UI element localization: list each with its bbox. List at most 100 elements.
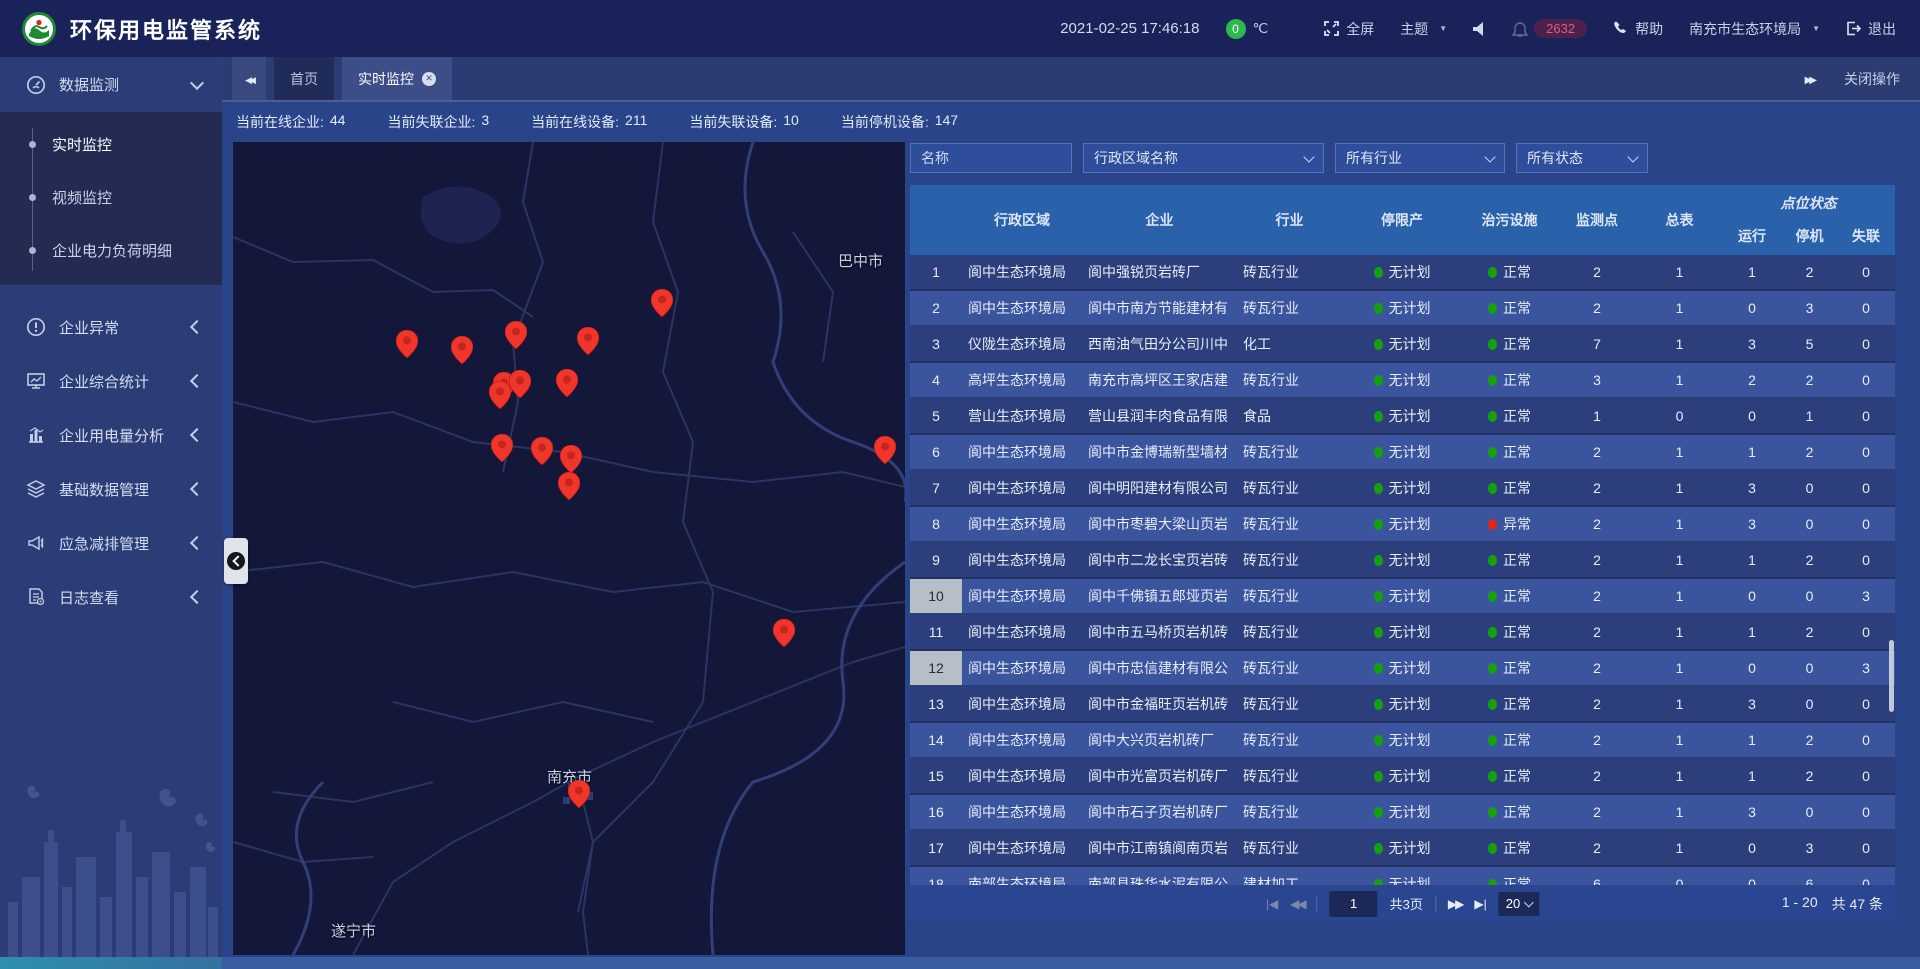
page-size-select[interactable]: 20 xyxy=(1499,892,1539,916)
table-scrollbar[interactable] xyxy=(1889,640,1894,712)
status-dot-icon xyxy=(1374,627,1383,638)
table-row[interactable]: 15 阆中生态环境局 阆中市光富页岩机砖厂 砖瓦行业 无计划 正常 2 1 1 xyxy=(910,759,1895,795)
industry-cell: 砖瓦行业 xyxy=(1237,507,1342,541)
map-pin[interactable] xyxy=(560,445,582,473)
sidebar-item-log-view[interactable]: 日志查看 xyxy=(0,570,222,624)
close-operations-button[interactable]: 关闭操作 xyxy=(1844,69,1900,89)
table-row[interactable]: 5 营山生态环境局 营山县润丰肉食品有限 食品 无计划 正常 1 0 0 xyxy=(910,399,1895,435)
tabs-scroll-left-button[interactable] xyxy=(232,57,266,100)
region-cell: 阆中生态环境局 xyxy=(962,291,1082,325)
map-pin[interactable] xyxy=(489,381,511,409)
page-number-input[interactable] xyxy=(1330,891,1378,917)
table-row[interactable]: 18 南部生态环境局 南部县珠华水泥有限公 建材加工 无计划 正常 6 0 0 xyxy=(910,867,1895,885)
limit-status-cell: 无计划 xyxy=(1342,687,1462,721)
org-dropdown[interactable]: 南充市生态环境局 xyxy=(1689,19,1820,39)
meters-cell: 1 xyxy=(1637,651,1722,685)
logout-button[interactable]: 退出 xyxy=(1846,19,1896,39)
prev-page-button[interactable]: ◀◀ xyxy=(1290,897,1304,911)
last-page-button[interactable]: ▶| xyxy=(1474,897,1486,911)
industry-cell: 砖瓦行业 xyxy=(1237,651,1342,685)
map-pin[interactable] xyxy=(651,289,673,317)
map-pin[interactable] xyxy=(509,370,531,398)
map-pin[interactable] xyxy=(568,780,590,808)
tab-home[interactable]: 首页 xyxy=(274,57,334,100)
double-chevron-right-icon[interactable] xyxy=(1805,70,1814,88)
meters-cell: 1 xyxy=(1637,543,1722,577)
sidebar-item-data-monitoring[interactable]: 数据监测 xyxy=(0,57,222,112)
map-pin[interactable] xyxy=(491,434,513,462)
temperature: 0 ℃ xyxy=(1226,19,1269,39)
facility-status-cell: 正常 xyxy=(1462,687,1557,721)
row-number-cell: 7 xyxy=(910,471,962,505)
map-pin[interactable] xyxy=(874,436,896,464)
map-pin[interactable] xyxy=(396,330,418,358)
stopped-cell: 2 xyxy=(1782,435,1837,469)
table-row[interactable]: 3 仪陇生态环境局 西南油气田分公司川中 化工 无计划 正常 7 1 3 xyxy=(910,327,1895,363)
temperature-badge: 0 xyxy=(1226,19,1246,39)
map-pin[interactable] xyxy=(531,437,553,465)
stopped-cell: 0 xyxy=(1782,471,1837,505)
map-pin[interactable] xyxy=(505,321,527,349)
facility-status-cell: 正常 xyxy=(1462,435,1557,469)
table-row[interactable]: 11 阆中生态环境局 阆中市五马桥页岩机砖 砖瓦行业 无计划 正常 2 1 1 xyxy=(910,615,1895,651)
table-row[interactable]: 7 阆中生态环境局 阆中明阳建材有限公司 砖瓦行业 无计划 正常 2 1 3 xyxy=(910,471,1895,507)
table-row[interactable]: 4 高坪生态环境局 南充市高坪区王家店建 砖瓦行业 无计划 正常 3 1 2 xyxy=(910,363,1895,399)
limit-status-cell: 无计划 xyxy=(1342,435,1462,469)
table-row[interactable]: 10 阆中生态环境局 阆中千佛镇五郎垭页岩 砖瓦行业 无计划 正常 2 1 0 xyxy=(910,579,1895,615)
table-row[interactable]: 13 阆中生态环境局 阆中市金福旺页岩机砖 砖瓦行业 无计划 正常 2 1 3 xyxy=(910,687,1895,723)
sound-icon[interactable] xyxy=(1473,22,1486,36)
map-pin[interactable] xyxy=(577,327,599,355)
map-pin[interactable] xyxy=(451,336,473,364)
tab-close-icon[interactable] xyxy=(422,72,436,86)
facility-status-cell: 正常 xyxy=(1462,867,1557,885)
sidebar-item-emergency-reduction[interactable]: 应急减排管理 xyxy=(0,516,222,570)
status-select[interactable]: 所有状态 xyxy=(1516,143,1648,173)
fullscreen-button[interactable]: 全屏 xyxy=(1324,19,1374,39)
help-button[interactable]: 帮助 xyxy=(1613,19,1663,39)
row-number-cell: 2 xyxy=(910,291,962,325)
sidebar-item-base-data[interactable]: 基础数据管理 xyxy=(0,462,222,516)
company-cell: 阆中市石子页岩机砖厂 xyxy=(1082,795,1237,829)
running-cell: 0 xyxy=(1722,867,1782,885)
table-row[interactable]: 9 阆中生态环境局 阆中市二龙长宝页岩砖 砖瓦行业 无计划 正常 2 1 1 xyxy=(910,543,1895,579)
theme-dropdown[interactable]: 主题 xyxy=(1400,19,1447,39)
sidebar-item-enterprise-statistics[interactable]: 企业综合统计 xyxy=(0,354,222,408)
region-select[interactable]: 行政区域名称 xyxy=(1083,143,1324,173)
map-pin[interactable] xyxy=(556,369,578,397)
industry-cell: 化工 xyxy=(1237,327,1342,361)
map-panel[interactable]: 巴中市 南充市 遂宁市 xyxy=(233,142,905,955)
points-cell: 2 xyxy=(1557,579,1637,613)
map-pin[interactable] xyxy=(773,619,795,647)
first-page-button[interactable]: |◀ xyxy=(1266,897,1278,911)
table-row[interactable]: 1 阆中生态环境局 阆中强锐页岩砖厂 砖瓦行业 无计划 正常 2 1 1 xyxy=(910,255,1895,291)
offline-cell: 0 xyxy=(1837,831,1895,865)
map-collapse-toggle[interactable] xyxy=(224,538,248,584)
industry-select[interactable]: 所有行业 xyxy=(1335,143,1505,173)
status-dot-icon xyxy=(1374,771,1383,782)
gauge-icon xyxy=(26,75,46,95)
table-row[interactable]: 8 阆中生态环境局 阆中市枣碧大梁山页岩 砖瓦行业 无计划 异常 2 1 3 xyxy=(910,507,1895,543)
tab-realtime-monitoring[interactable]: 实时监控 xyxy=(342,57,452,100)
name-search-input[interactable] xyxy=(910,143,1072,173)
notifications[interactable]: 2632 xyxy=(1512,19,1587,38)
sidebar-item-enterprise-anomaly[interactable]: 企业异常 xyxy=(0,300,222,354)
table-row[interactable]: 6 阆中生态环境局 阆中市金博瑞新型墙材 砖瓦行业 无计划 正常 2 1 1 xyxy=(910,435,1895,471)
sidebar-item-electricity-analysis[interactable]: 企业用电量分析 xyxy=(0,408,222,462)
status-dot-icon xyxy=(1374,375,1383,386)
table-row[interactable]: 12 阆中生态环境局 阆中市忠信建材有限公 砖瓦行业 无计划 正常 2 1 0 xyxy=(910,651,1895,687)
next-page-button[interactable]: ▶▶ xyxy=(1448,897,1462,911)
chevron-down-icon xyxy=(1303,151,1314,162)
sidebar-item-realtime-monitoring[interactable]: 实时监控 xyxy=(0,118,222,171)
offline-cell: 0 xyxy=(1837,435,1895,469)
table-row[interactable]: 2 阆中生态环境局 阆中市南方节能建材有 砖瓦行业 无计划 正常 2 1 0 xyxy=(910,291,1895,327)
status-dot-icon xyxy=(1374,735,1383,746)
table-row[interactable]: 16 阆中生态环境局 阆中市石子页岩机砖厂 砖瓦行业 无计划 正常 2 1 3 xyxy=(910,795,1895,831)
table-row[interactable]: 14 阆中生态环境局 阆中大兴页岩机砖厂 砖瓦行业 无计划 正常 2 1 1 xyxy=(910,723,1895,759)
map-pin[interactable] xyxy=(558,472,580,500)
region-cell: 阆中生态环境局 xyxy=(962,435,1082,469)
sidebar-item-video-monitoring[interactable]: 视频监控 xyxy=(0,171,222,224)
sidebar-item-power-load-detail[interactable]: 企业电力负荷明细 xyxy=(0,224,222,277)
status-dot-icon xyxy=(1488,699,1497,710)
region-cell: 仪陇生态环境局 xyxy=(962,327,1082,361)
table-row[interactable]: 17 阆中生态环境局 阆中市江南镇阆南页岩 砖瓦行业 无计划 正常 2 1 0 xyxy=(910,831,1895,867)
